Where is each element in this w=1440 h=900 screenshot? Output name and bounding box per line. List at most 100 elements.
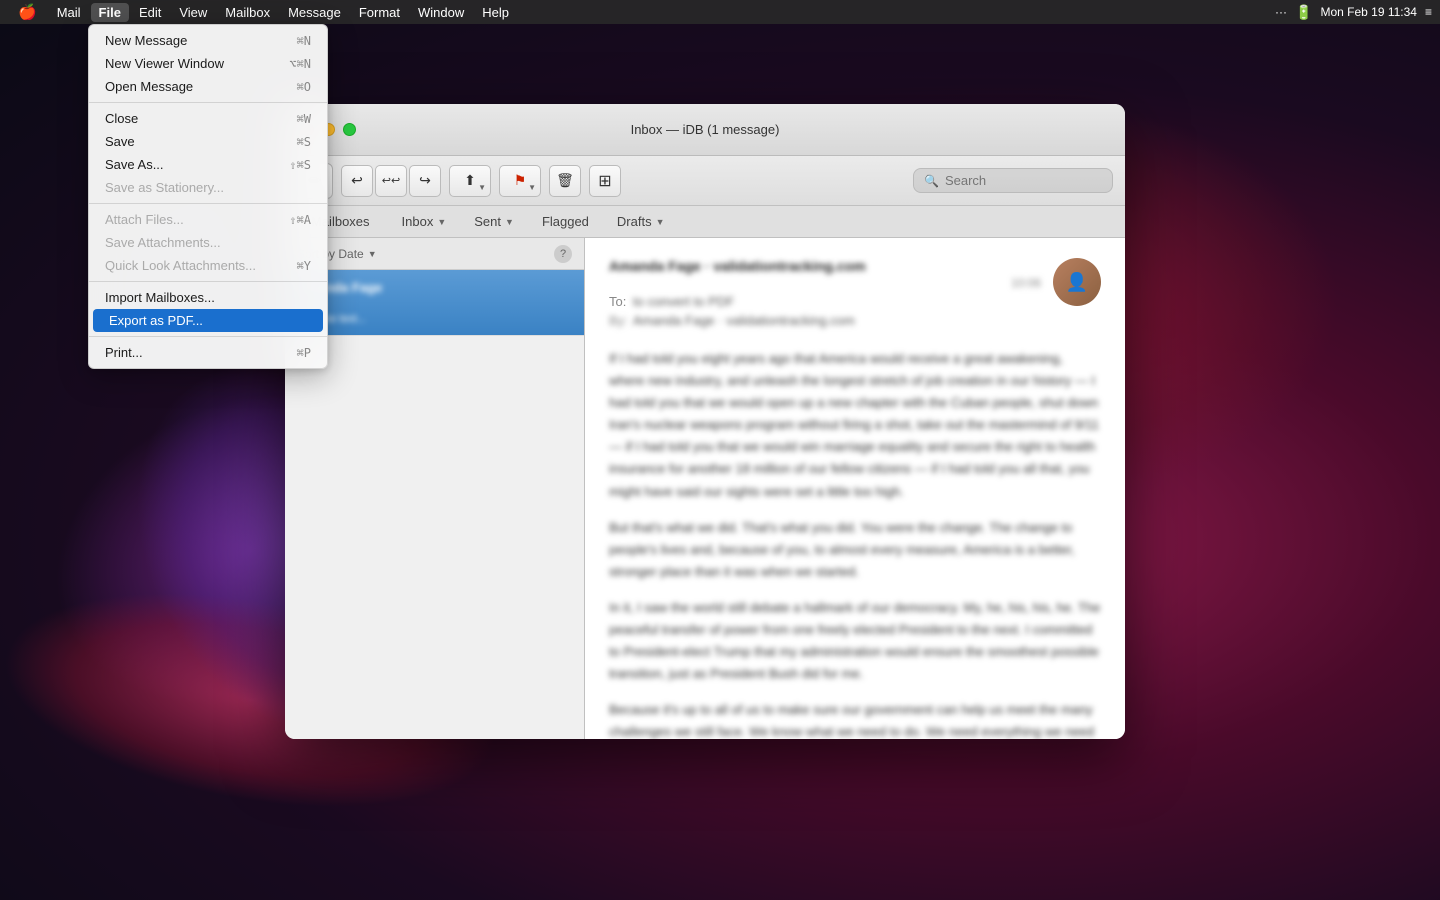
menu-print[interactable]: Print... ⌘P [89,341,327,364]
menu-new-viewer-shortcut: ⌥⌘N [289,57,311,71]
menu-new-message-shortcut: ⌘N [297,34,311,48]
menubar: 🍎 Mail File Edit View Mailbox Message Fo… [0,0,1440,24]
email-paragraph-4: Because it's up to all of us to make sur… [609,699,1101,739]
menu-new-message-label: New Message [105,33,187,48]
menubar-view[interactable]: View [171,3,215,22]
email-header: 👤 Amanda Fage · validationtracking.com 1… [609,258,1101,328]
menu-new-viewer-window[interactable]: New Viewer Window ⌥⌘N [89,52,327,75]
menu-save-stationery-label: Save as Stationery... [105,180,224,195]
email-paragraph-1: If I had told you eight years ago that A… [609,348,1101,503]
menu-save-as[interactable]: Save As... ⇧⌘S [89,153,327,176]
tab-inbox[interactable]: Inbox ▼ [388,210,461,233]
window-maximize-button[interactable] [343,123,356,136]
menubar-datetime: Mon Feb 19 11:34 [1320,5,1417,19]
trash-button[interactable]: 🗑 [549,165,581,197]
more-icon: ⊞ [598,171,611,191]
sent-dropdown-arrow: ▼ [505,217,514,227]
menu-attach-files: Attach Files... ⇧⌘A [89,208,327,231]
menu-save[interactable]: Save ⌘S [89,130,327,153]
email-by-label: By: [609,313,629,328]
tab-drafts[interactable]: Drafts ▼ [603,210,679,233]
menubar-message[interactable]: Message [280,3,349,22]
menu-import-mailboxes-label: Import Mailboxes... [105,290,215,305]
move-icon: ⬆ [464,172,476,189]
menu-new-message[interactable]: New Message ⌘N [89,29,327,52]
menubar-edit[interactable]: Edit [131,3,169,22]
menu-separator-3 [89,281,327,282]
menu-print-shortcut: ⌘P [297,346,311,360]
reply-all-button[interactable]: ↩↩ [375,165,407,197]
menu-separator-4 [89,336,327,337]
email-meta-time: 10:06 [609,276,1041,290]
tab-sent[interactable]: Sent ▼ [460,210,528,233]
email-paragraph-3: In it, I saw the world still debate a ha… [609,597,1101,685]
menu-save-attachments-label: Save Attachments... [105,235,221,250]
menu-save-attachments: Save Attachments... [89,231,327,254]
menu-print-label: Print... [105,345,143,360]
email-meta-by: By: Amanda Fage · validationtracking.com [609,313,1101,328]
menubar-window[interactable]: Window [410,3,472,22]
menu-save-as-shortcut: ⇧⌘S [289,158,311,172]
email-meta-to: To: to convert to PDF [609,294,1041,309]
message-preview: Preview text... [297,313,572,325]
menu-quick-look-shortcut: ⌘Y [297,259,311,273]
mail-window: Inbox — iDB (1 message) ✏ ↩ ↩↩ ↪ ⬆ ▼ ⚑ ▼… [285,104,1125,739]
email-by-value: Amanda Fage · validationtracking.com [633,313,855,328]
menu-quick-look-label: Quick Look Attachments... [105,258,256,273]
flag-button[interactable]: ⚑ ▼ [499,165,541,197]
nav-tabs: Mailboxes Inbox ▼ Sent ▼ Flagged Drafts … [285,206,1125,238]
apple-menu-icon[interactable]: 🍎 [8,1,47,23]
flag-icon: ⚑ [514,172,527,189]
menu-separator-1 [89,102,327,103]
message-item[interactable]: Amanda Fage Hello Preview text... [285,270,584,336]
menu-save-stationery: Save as Stationery... [89,176,327,199]
email-from: Amanda Fage · validationtracking.com [609,258,1101,274]
menubar-dots: ··· [1275,5,1287,19]
forward-icon: ↪ [419,172,431,189]
email-body: If I had told you eight years ago that A… [609,348,1101,739]
reply-all-icon: ↩↩ [382,174,400,187]
reply-button[interactable]: ↩ [341,165,373,197]
menu-close-shortcut: ⌘W [297,112,311,126]
file-menu-dropdown: New Message ⌘N New Viewer Window ⌥⌘N Ope… [88,24,328,369]
email-time: 10:06 [1011,276,1041,290]
menu-close[interactable]: Close ⌘W [89,107,327,130]
reply-icon: ↩ [351,172,363,189]
menubar-file[interactable]: File [91,3,129,22]
search-input[interactable] [945,173,1095,188]
help-button[interactable]: ? [554,245,572,263]
menubar-format[interactable]: Format [351,3,408,22]
menubar-help[interactable]: Help [474,3,517,22]
email-paragraph-2: But that's what we did. That's what you … [609,517,1101,583]
sort-arrow-icon: ▼ [368,249,377,259]
more-actions-button[interactable]: ⊞ [589,165,621,197]
inbox-dropdown-arrow: ▼ [437,217,446,227]
email-viewer: 👤 Amanda Fage · validationtracking.com 1… [585,238,1125,739]
menu-export-pdf-label: Export as PDF... [109,313,203,328]
menu-attach-files-label: Attach Files... [105,212,184,227]
menu-attach-files-shortcut: ⇧⌘A [289,213,311,227]
menu-quick-look-attachments: Quick Look Attachments... ⌘Y [89,254,327,277]
menubar-battery-icon: 🔋 [1295,4,1312,21]
menu-export-pdf[interactable]: Export as PDF... [93,309,323,332]
move-button[interactable]: ⬆ ▼ [449,165,491,197]
message-subject: Hello [297,297,572,311]
search-icon: 🔍 [924,174,939,188]
menu-close-label: Close [105,111,138,126]
menubar-mailbox[interactable]: Mailbox [217,3,278,22]
email-to-value: to convert to PDF [633,294,734,309]
menubar-lines-icon[interactable]: ≡ [1425,5,1432,19]
menu-save-shortcut: ⌘S [297,135,311,149]
tab-flagged[interactable]: Flagged [528,210,603,233]
main-content: Sort by Date ▼ ? Amanda Fage Hello Previ… [285,238,1125,739]
message-list-header: Sort by Date ▼ ? [285,238,584,270]
menu-open-message-shortcut: ⌘O [297,80,311,94]
search-box[interactable]: 🔍 [913,168,1113,193]
trash-icon: 🗑 [556,172,574,189]
menu-open-message[interactable]: Open Message ⌘O [89,75,327,98]
menu-import-mailboxes[interactable]: Import Mailboxes... [89,286,327,309]
message-sender: Amanda Fage [297,280,572,295]
forward-button[interactable]: ↪ [409,165,441,197]
menu-new-viewer-label: New Viewer Window [105,56,224,71]
menubar-mail[interactable]: Mail [49,3,89,22]
